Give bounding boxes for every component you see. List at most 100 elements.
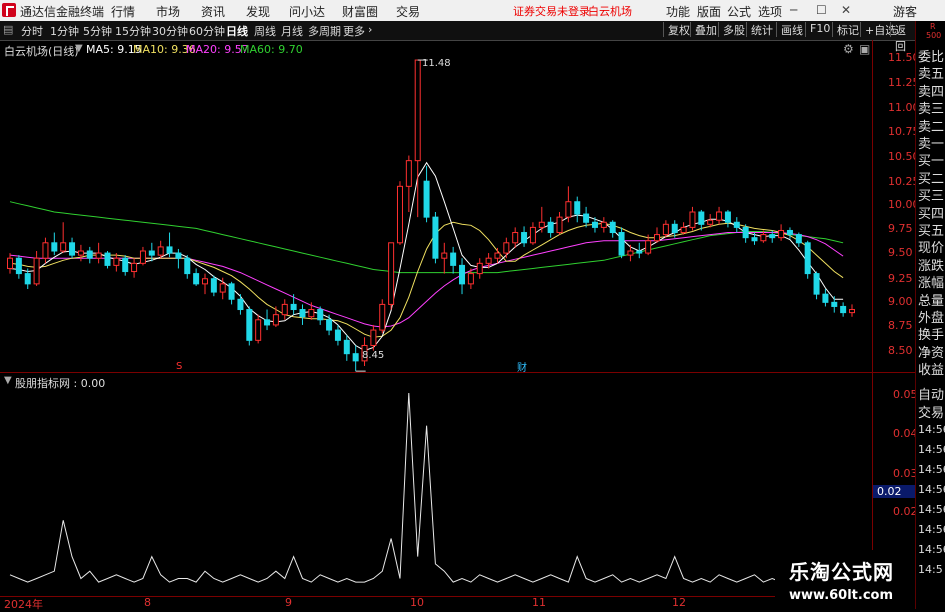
quote-label: 委比 bbox=[918, 50, 945, 65]
period-tab-15min[interactable]: 15分钟 bbox=[115, 23, 151, 39]
candle-body bbox=[166, 246, 173, 254]
minimize-icon[interactable]: ─ bbox=[790, 3, 797, 17]
menu-item-formula[interactable]: 公式 bbox=[727, 3, 751, 20]
price-tick: 8.50 bbox=[888, 344, 913, 357]
quote-label: 卖一 bbox=[918, 137, 945, 152]
menu-item-function[interactable]: 功能 bbox=[666, 3, 690, 20]
low-price-annotation: 8.45 bbox=[362, 350, 385, 361]
date-tick: 8 bbox=[144, 596, 151, 609]
menu-item-layout[interactable]: 版面 bbox=[697, 3, 721, 20]
candle-body bbox=[503, 242, 510, 254]
pin-icon[interactable]: ▤ bbox=[3, 23, 13, 36]
quote-label: 收益 bbox=[918, 363, 945, 379]
candle-body bbox=[733, 221, 740, 228]
date-tick: 12 bbox=[672, 596, 686, 609]
period-tab-60min[interactable]: 60分钟 bbox=[189, 23, 225, 39]
candle-body bbox=[299, 309, 306, 318]
tick-time: 14:56 bbox=[918, 543, 945, 556]
period-tab-30min[interactable]: 30分钟 bbox=[152, 23, 188, 39]
candle-body bbox=[813, 273, 820, 295]
toolbar-button-fuquan[interactable]: 复权 bbox=[663, 22, 690, 37]
toolbar-button-f10[interactable]: F10 bbox=[805, 22, 830, 37]
menu-item-market[interactable]: 市场 bbox=[156, 3, 180, 20]
candle-body bbox=[698, 211, 705, 225]
toolbar-button-draw[interactable]: 画线 bbox=[776, 22, 803, 37]
watermark-title: 乐淘公式网 bbox=[789, 560, 894, 584]
candle-body bbox=[521, 232, 528, 244]
menu-item-wealth[interactable]: 财富圈 bbox=[342, 3, 378, 20]
candle-body bbox=[636, 250, 643, 254]
menu-item-quotes[interactable]: 行情 bbox=[111, 3, 135, 20]
indicator-tick: 0.02 bbox=[893, 505, 918, 518]
menu-item-discover[interactable]: 发现 bbox=[246, 3, 270, 20]
candle-body bbox=[627, 250, 634, 256]
toolbar-button-multistock[interactable]: 多股 bbox=[718, 22, 745, 37]
candle-body bbox=[228, 283, 235, 300]
tick-time: 14:5 bbox=[918, 563, 943, 576]
candle-body bbox=[742, 226, 749, 239]
toolbar-button-back[interactable]: 返回 bbox=[890, 22, 915, 53]
period-tab-monthly[interactable]: 月线 bbox=[281, 23, 303, 39]
candle-body bbox=[822, 293, 829, 303]
candle-body bbox=[175, 252, 182, 259]
indicator-line bbox=[9, 392, 844, 587]
date-tick: 2024年 bbox=[4, 598, 43, 611]
quote-label: 买二 bbox=[918, 171, 945, 187]
candle-body bbox=[405, 160, 412, 187]
app-title: 通达信金融终端 bbox=[20, 5, 105, 19]
candle-body bbox=[574, 201, 581, 215]
candle-body bbox=[255, 319, 262, 341]
chevron-down-icon[interactable]: ▼ bbox=[4, 375, 12, 386]
period-tab-daily[interactable]: 日线 bbox=[226, 23, 248, 39]
toolbar-button-overlay[interactable]: 叠加 bbox=[690, 22, 717, 37]
indicator-tick: 0.04 bbox=[893, 427, 918, 440]
toolbar-button-mark[interactable]: 标记 bbox=[832, 22, 859, 37]
current-stock-name: 白云机场 bbox=[588, 5, 632, 18]
high-price-annotation: 11.48 bbox=[422, 58, 451, 69]
period-tab-weekly[interactable]: 周线 bbox=[254, 23, 276, 39]
quote-label: 涨跌 bbox=[918, 258, 945, 274]
tick-time: 14:56 bbox=[918, 503, 945, 516]
candle-body bbox=[724, 211, 731, 223]
menu-item-news[interactable]: 资讯 bbox=[201, 3, 225, 20]
close-icon[interactable]: ✕ bbox=[841, 3, 851, 17]
quote-label: 卖三 bbox=[918, 102, 945, 118]
menu-item-trade[interactable]: 交易 bbox=[396, 3, 420, 20]
candle-body bbox=[86, 250, 93, 259]
candle-body bbox=[467, 273, 474, 285]
period-tab-1min[interactable]: 1分钟 bbox=[50, 23, 79, 39]
auto-trade-label[interactable]: 交易 bbox=[918, 402, 944, 421]
guest-label[interactable]: 游客 bbox=[893, 3, 917, 20]
period-tab-multi[interactable]: 多周期 bbox=[308, 23, 341, 39]
toolbar-button-stats[interactable]: 统计 bbox=[746, 22, 773, 37]
corner-r: R bbox=[930, 22, 936, 31]
maximize-icon[interactable]: ☐ bbox=[816, 3, 827, 17]
period-tab-timeshare[interactable]: 分时 bbox=[21, 23, 43, 39]
indicator-tick: 0.05 bbox=[893, 388, 918, 401]
period-tab-more[interactable]: 更多 bbox=[343, 23, 365, 39]
candle-body bbox=[69, 242, 76, 256]
chevron-right-icon[interactable]: › bbox=[368, 23, 372, 36]
kline-chart[interactable] bbox=[0, 40, 872, 596]
menu-item-options[interactable]: 选项 bbox=[758, 3, 782, 20]
candle-body bbox=[565, 201, 572, 218]
quote-label: 卖五 bbox=[918, 67, 945, 83]
candle-body bbox=[556, 216, 563, 234]
candle-body bbox=[7, 257, 13, 269]
candle-body bbox=[529, 226, 536, 244]
menu-item-ask[interactable]: 问小达 bbox=[289, 3, 325, 20]
period-tab-5min[interactable]: 5分钟 bbox=[83, 23, 112, 39]
candle-body bbox=[583, 213, 590, 223]
indicator-label: 股朋指标网 : 0.00 bbox=[15, 377, 106, 390]
price-tick: 9.00 bbox=[888, 295, 913, 308]
quote-label: 涨幅 bbox=[918, 276, 945, 292]
candle-body bbox=[423, 180, 430, 218]
auto-trade-label[interactable]: 自动 bbox=[918, 384, 944, 403]
candle-body bbox=[201, 278, 208, 285]
login-warning[interactable]: 证券交易未登录 bbox=[513, 3, 590, 19]
quote-label: 买三 bbox=[918, 189, 945, 205]
candle-body bbox=[352, 353, 359, 362]
menu-bar: 通达信金融终端 行情 市场 资讯 发现 问小达 财富圈 交易 证券交易未登录 白… bbox=[0, 0, 945, 22]
candle-body bbox=[148, 250, 155, 256]
tick-time: 14:56 bbox=[918, 523, 945, 536]
